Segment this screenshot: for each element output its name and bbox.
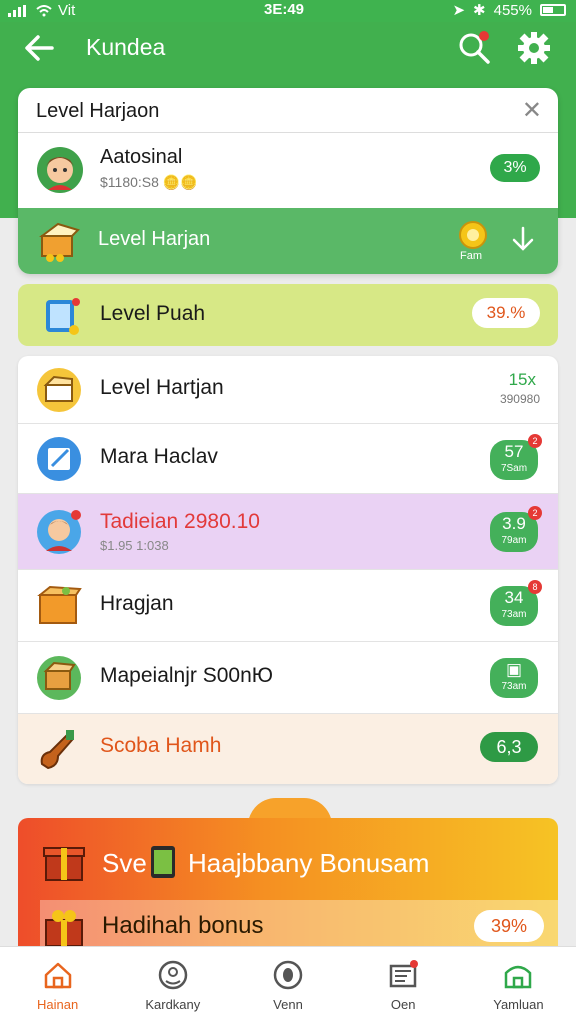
list-item-label: Mara Haclav — [100, 445, 218, 468]
image-icon: ▣ — [505, 660, 523, 679]
notification-dot: 2 — [528, 506, 542, 520]
carrier-label: Vit — [58, 2, 76, 19]
signal-icon — [8, 4, 26, 17]
nav-item-home[interactable]: Hainan — [0, 947, 115, 1024]
search-button[interactable] — [456, 30, 492, 66]
status-bar: Vit 3E:49 ➤ ✱ 455% — [0, 0, 576, 22]
list-item-badge: ▣ 73am — [490, 658, 538, 698]
gift-box-icon — [43, 847, 85, 881]
list-item-highlighted[interactable]: Tadieian 2980.10 $1.95 1:038 3.9 79am 2 — [18, 494, 558, 570]
list-item-label: Level Hartjan — [100, 376, 224, 399]
status-time: 3E:49 — [264, 1, 305, 18]
nav-label: Hainan — [37, 997, 79, 1012]
store-icon — [505, 965, 532, 989]
avatar — [37, 147, 83, 193]
popup-user-item[interactable]: Aatosinal $1180:S8 🪙🪙 3% — [18, 134, 558, 206]
back-button[interactable] — [22, 30, 62, 70]
divider — [18, 132, 558, 133]
nav-label: Oen — [390, 997, 416, 1012]
list-item-label: Mapeialnjr S00nЮ — [100, 664, 273, 687]
bonus-title-b: Haajbbany Bonusam — [188, 848, 430, 878]
phone-icon — [151, 846, 175, 878]
bottom-nav: Hainan Kardkany Venn Oen Yamluan — [0, 946, 576, 1024]
settings-button[interactable] — [516, 30, 552, 66]
list-item-label: Tadieian 2980.10 — [100, 510, 260, 533]
gear-icon — [518, 32, 550, 64]
list-item[interactable]: Mara Haclav 57 7Sam 2 — [18, 424, 558, 494]
avatar — [37, 510, 81, 554]
notification-dot: 8 — [528, 580, 542, 594]
list-item[interactable]: Hragjan 34 73am 8 — [18, 570, 558, 642]
banner-pill: 39.% — [472, 298, 540, 328]
gift-icon — [45, 910, 83, 946]
list-item[interactable]: Scoba Hamh 6,3 — [18, 714, 558, 784]
download-icon[interactable] — [508, 224, 538, 254]
popup-level-row[interactable]: Level Harjan Fam — [18, 208, 558, 274]
note-icon — [37, 437, 81, 481]
list-item[interactable]: Level Hartjan 15x 390980 — [18, 356, 558, 424]
tablet-icon — [46, 298, 80, 335]
list-item-sub: 390980 — [499, 392, 540, 406]
popup-level-label: Level Harjan — [98, 228, 211, 250]
list-item-value: 15x — [508, 370, 536, 389]
nav-item-shop[interactable]: Yamluan — [461, 947, 576, 1024]
bonus-card[interactable]: Sve Haajbbany Bonusam Hadihah bonus 39% — [18, 818, 558, 946]
arrow-left-icon — [25, 35, 54, 61]
bonus-title-a: Sve — [102, 848, 147, 878]
list-item[interactable]: Mapeialnjr S00nЮ ▣ 73am — [18, 642, 558, 714]
treasure-icon — [39, 222, 80, 262]
bluetooth-icon: ✱ — [473, 2, 486, 19]
popup-item-sub: $1180:S8 🪙🪙 — [100, 174, 198, 190]
popup-item-name: Aatosinal — [100, 146, 183, 168]
level-popup: Level Harjaon ✕ Aatosinal $1180:S8 🪙🪙 3%… — [18, 88, 558, 274]
popup-title: Level Harjaon — [36, 100, 160, 122]
location-icon: ➤ — [452, 2, 466, 19]
status-right: ➤ ✱ 455% — [452, 1, 566, 19]
nav-item-venn[interactable]: Venn — [230, 947, 345, 1024]
nav-item-inbox[interactable]: Oen — [346, 947, 461, 1024]
inbox-icon — [389, 960, 419, 988]
nav-item-profile[interactable]: Kardkany — [115, 947, 230, 1024]
coins-icon: 🪙🪙 — [162, 174, 198, 190]
status-left: Vit — [8, 2, 75, 19]
box-icon — [37, 368, 81, 412]
list-item-pill: 6,3 — [480, 732, 538, 762]
list-item-sub: $1.95 1:038 — [100, 538, 169, 553]
bonus-pill: 39% — [474, 910, 544, 942]
wifi-icon — [36, 4, 52, 16]
nav-label: Kardkany — [145, 997, 201, 1012]
list-item-label: Scoba Hamh — [100, 734, 222, 757]
home-icon — [44, 962, 71, 989]
bonus-row-label: Hadihah bonus — [102, 912, 264, 939]
smiley-icon — [158, 960, 188, 990]
banner-label: Level Puah — [100, 302, 206, 325]
package-icon — [37, 656, 81, 700]
notification-dot: 2 — [528, 434, 542, 448]
drop-icon — [273, 960, 303, 990]
coin-label: Fam — [460, 250, 482, 262]
level-list: Level Hartjan 15x 390980 Mara Haclav 57 7… — [18, 356, 558, 784]
nav-label: Yamluan — [493, 997, 544, 1012]
nav-label: Venn — [273, 997, 303, 1012]
battery-icon — [540, 4, 566, 16]
search-icon — [459, 31, 490, 64]
close-button[interactable]: ✕ — [522, 96, 542, 125]
popup-item-pill: 3% — [490, 154, 540, 182]
page-title: Kundea — [86, 34, 166, 60]
guitar-icon — [40, 730, 74, 770]
coin-icon — [459, 221, 487, 249]
battery-label: 455% — [493, 1, 532, 19]
crate-icon — [37, 585, 82, 624]
level-puah-banner[interactable]: Level Puah 39.% — [18, 284, 558, 346]
list-item-label: Hragjan — [100, 592, 174, 615]
